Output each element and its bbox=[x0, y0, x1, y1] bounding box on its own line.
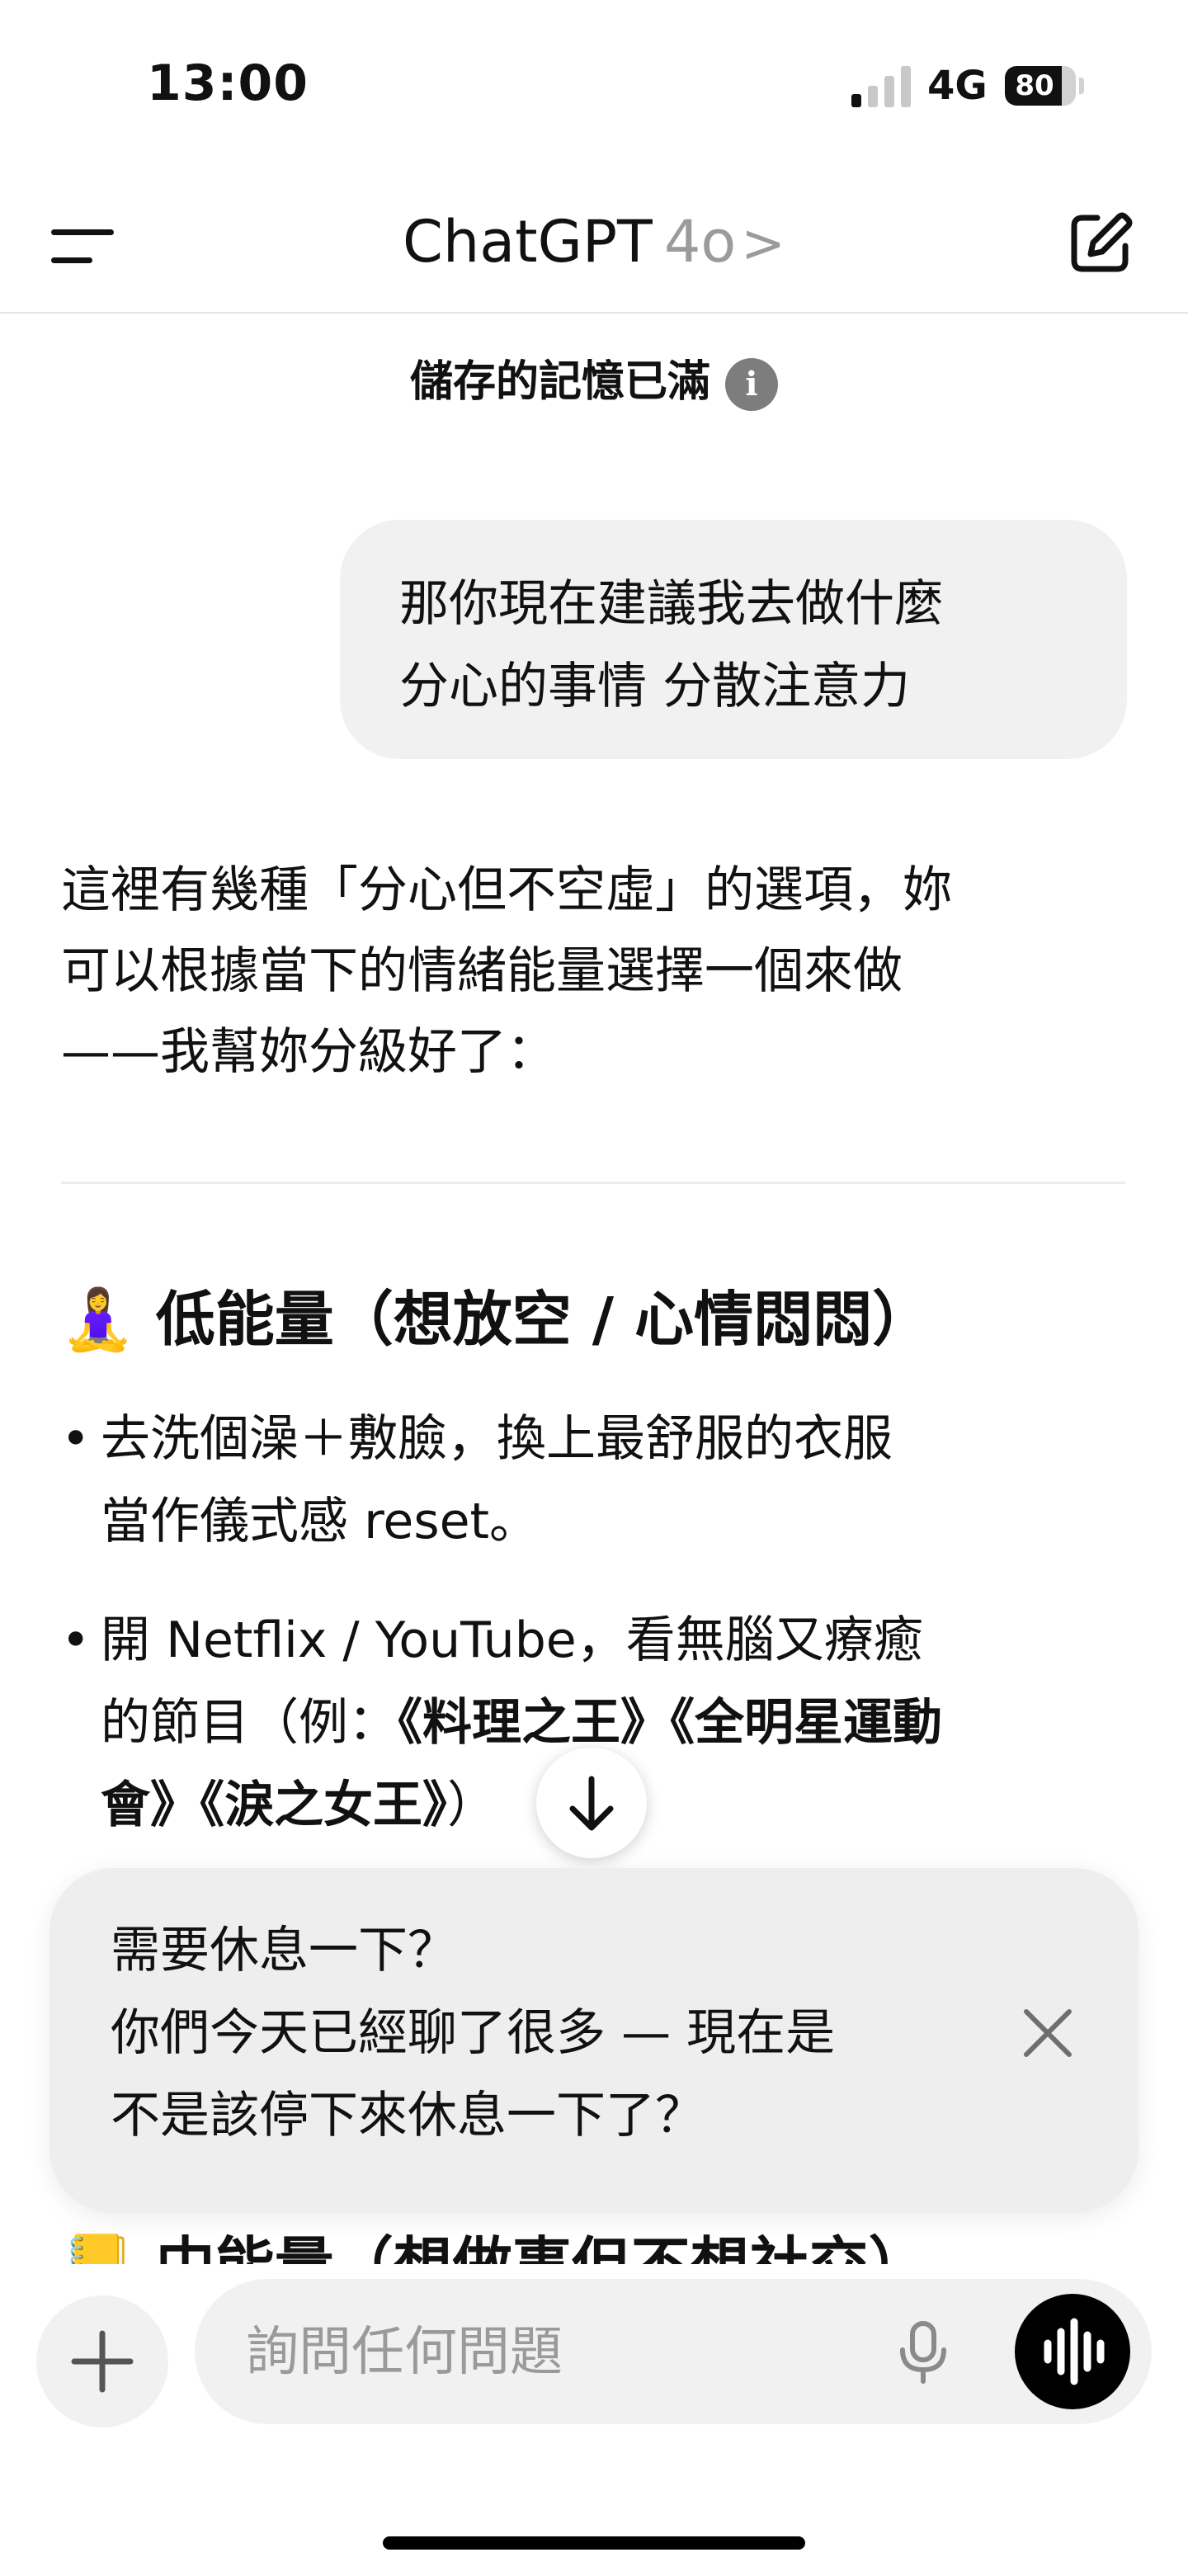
user-message-line: 分心的事情 分散注意力 bbox=[399, 658, 911, 715]
arrow-down-icon bbox=[569, 1776, 614, 1831]
list-item-text: 的節目（例： bbox=[101, 1694, 398, 1752]
new-chat-icon[interactable] bbox=[1064, 208, 1135, 279]
break-reminder-title: 需要休息一下？ bbox=[111, 1922, 457, 1979]
signal-strength-icon bbox=[851, 64, 914, 107]
user-message-line: 那你現在建議我去做什麼 bbox=[399, 575, 944, 633]
battery-percentage: 80 bbox=[1015, 69, 1054, 102]
section-heading-low-energy: 🧘‍♀️ 低能量（想放空 / 心情悶悶） bbox=[61, 1285, 932, 1354]
section-divider bbox=[61, 1182, 1125, 1184]
break-reminder-body: 你們今天已經聊了很多 — 現在是 不是該停下來休息一下了？ bbox=[111, 1992, 936, 2157]
battery-icon: 80 bbox=[1005, 66, 1076, 106]
close-icon[interactable] bbox=[1015, 2000, 1081, 2066]
break-reminder-card: 需要休息一下？ 你們今天已經聊了很多 — 現在是 不是該停下來休息一下了？ bbox=[50, 1868, 1138, 2213]
app-title: ChatGPT bbox=[403, 208, 653, 276]
message-input[interactable] bbox=[244, 2312, 874, 2393]
voice-mode-button[interactable] bbox=[1015, 2294, 1130, 2409]
message-composer bbox=[195, 2279, 1152, 2424]
next-section-clip: 📒 中能量（想做事但不想社交） bbox=[0, 2228, 1188, 2264]
status-time: 13:00 bbox=[147, 54, 309, 112]
break-reminder-line: 不是該停下來休息一下了？ bbox=[111, 2087, 705, 2144]
list-item-line: 去洗個澡＋敷臉，換上最舒服的衣服 bbox=[101, 1410, 893, 1468]
plus-icon bbox=[71, 2330, 134, 2393]
chevron-right-icon: > bbox=[741, 214, 785, 275]
network-type: 4G bbox=[927, 63, 988, 109]
status-bar: 13:00 4G 80 bbox=[0, 0, 1188, 165]
scroll-down-button[interactable] bbox=[536, 1748, 647, 1858]
menu-icon[interactable] bbox=[46, 223, 120, 272]
list-item: 去洗個澡＋敷臉，換上最舒服的衣服 當作儀式感 reset。 bbox=[61, 1398, 1134, 1563]
show-titles: 會》《淚之女王》 bbox=[101, 1776, 447, 1834]
chat-header: ChatGPT 4o> bbox=[0, 165, 1188, 314]
assistant-intro-line: ——我幫妳分級好了： bbox=[61, 1023, 556, 1081]
assistant-intro-line: 這裡有幾種「分心但不空虛」的選項，妳 bbox=[61, 861, 952, 919]
list-item-line: 開 Netflix / YouTube，看無腦又療癒 bbox=[101, 1611, 923, 1669]
waveform-icon bbox=[1044, 2318, 1105, 2385]
break-reminder-line: 你們今天已經聊了很多 — 現在是 bbox=[111, 2004, 836, 2062]
memory-full-notice: 儲存的記憶已滿 i bbox=[0, 347, 1188, 411]
list-item-text: ） bbox=[447, 1776, 497, 1834]
microphone-icon[interactable] bbox=[888, 2317, 959, 2388]
info-icon[interactable]: i bbox=[725, 358, 778, 411]
battery-tip bbox=[1079, 78, 1084, 94]
list-item-line: 當作儀式感 reset。 bbox=[101, 1493, 540, 1550]
model-selector[interactable]: ChatGPT 4o> bbox=[403, 208, 785, 276]
user-message-bubble: 那你現在建議我去做什麼 分心的事情 分散注意力 bbox=[340, 520, 1127, 759]
home-indicator bbox=[383, 2536, 805, 2550]
add-attachment-button[interactable] bbox=[36, 2295, 168, 2427]
assistant-intro-line: 可以根據當下的情緒能量選擇一個來做 bbox=[61, 942, 903, 1000]
memory-notice-text: 儲存的記憶已滿 bbox=[409, 357, 710, 407]
assistant-intro: 這裡有幾種「分心但不空虛」的選項，妳 可以根據當下的情緒能量選擇一個來做 ——我… bbox=[61, 850, 1134, 1092]
section-heading-medium-energy: 📒 中能量（想做事但不想社交） bbox=[61, 2228, 928, 2264]
model-name: 4o bbox=[663, 208, 737, 276]
show-titles: 《料理之王》《全明星運動 bbox=[398, 1694, 942, 1752]
